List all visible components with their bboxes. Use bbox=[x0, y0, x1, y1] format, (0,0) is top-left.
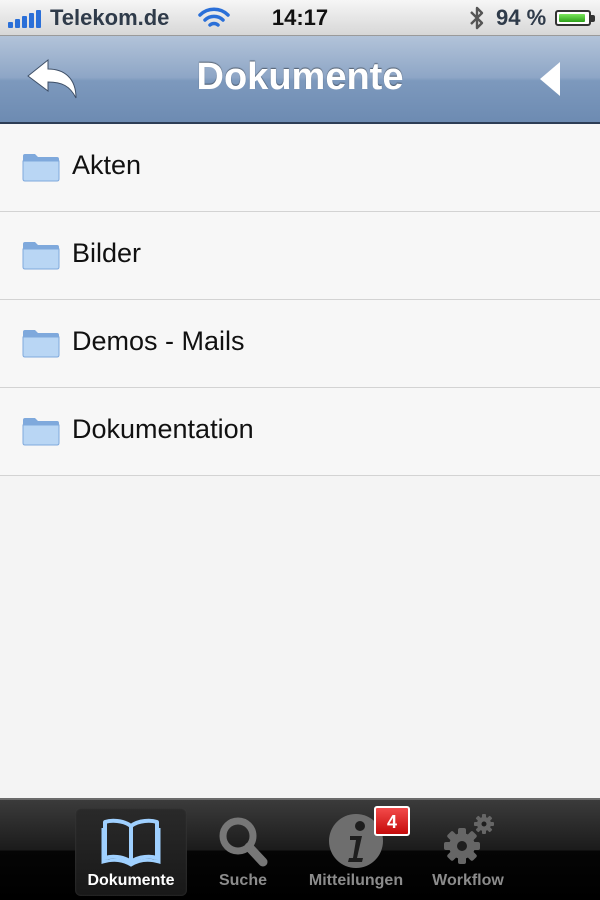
gears-icon bbox=[444, 814, 494, 864]
folder-icon bbox=[22, 242, 60, 270]
folder-icon bbox=[22, 330, 60, 358]
folder-list: Akten Bilder Demos - Mails Dokumentation bbox=[0, 124, 600, 476]
bluetooth-icon bbox=[470, 6, 484, 30]
folder-label: Akten bbox=[72, 150, 142, 180]
folder-label: Dokumentation bbox=[72, 414, 254, 444]
folder-label: Demos - Mails bbox=[72, 326, 245, 356]
tab-label: Workflow bbox=[432, 872, 504, 889]
tab-workflow[interactable]: Workflow bbox=[412, 808, 524, 896]
magnifier-icon bbox=[219, 817, 268, 867]
page-title: Dokumente bbox=[196, 56, 404, 98]
list-item[interactable]: Akten bbox=[0, 124, 600, 212]
folder-icon bbox=[22, 154, 60, 182]
status-bar: Telekom.de 14:17 94 % bbox=[0, 0, 600, 36]
tab-bar: Dokumente Suche Mitteilungen Workflow bbox=[0, 798, 600, 900]
battery-percentage: 94 % bbox=[496, 5, 547, 30]
notification-badge: 4 bbox=[374, 806, 410, 836]
folder-label: Bilder bbox=[72, 238, 142, 268]
list-item[interactable]: Dokumentation bbox=[0, 388, 600, 476]
battery-icon bbox=[555, 10, 595, 26]
list-item[interactable]: Demos - Mails bbox=[0, 300, 600, 388]
book-icon bbox=[101, 818, 161, 867]
tab-suche[interactable]: Suche bbox=[187, 808, 299, 896]
list-item[interactable]: Bilder bbox=[0, 212, 600, 300]
play-left-icon[interactable] bbox=[538, 60, 562, 98]
tab-dokumente[interactable]: Dokumente bbox=[75, 808, 187, 896]
navigation-bar: Dokumente bbox=[0, 36, 600, 124]
folder-icon bbox=[22, 418, 60, 446]
